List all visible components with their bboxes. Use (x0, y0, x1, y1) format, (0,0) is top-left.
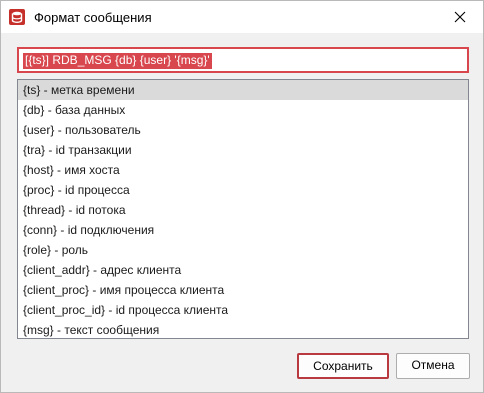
list-item[interactable]: {client_proc_id} - id процесса клиента (18, 300, 468, 320)
database-icon (9, 9, 25, 25)
list-item[interactable]: {user} - пользователь (18, 120, 468, 140)
format-input-value: [{ts}] RDB_MSG {db} {user} '{msg}' (23, 53, 212, 69)
list-item[interactable]: {thread} - id потока (18, 200, 468, 220)
list-item[interactable]: {proc} - id процесса (18, 180, 468, 200)
cancel-button[interactable]: Отмена (396, 353, 470, 379)
variable-list[interactable]: {ts} - метка времени {db} - база данных {u… (17, 79, 469, 339)
list-item[interactable]: {db} - база данных (18, 100, 468, 120)
list-item[interactable]: {client_proc} - имя процесса клиента (18, 280, 468, 300)
title-bar[interactable]: Формат сообщения (1, 1, 483, 33)
window-title: Формат сообщения (34, 10, 152, 25)
list-item[interactable]: {host} - имя хоста (18, 160, 468, 180)
close-button[interactable] (437, 1, 483, 33)
list-item[interactable]: {msg} - текст сообщения (18, 320, 468, 338)
list-item[interactable]: {tra} - id транзакции (18, 140, 468, 160)
dialog-window: Формат сообщения [{ts}] RDB_MSG {db} {us… (0, 0, 484, 393)
list-item[interactable]: {role} - роль (18, 240, 468, 260)
list-item[interactable]: {conn} - id подключения (18, 220, 468, 240)
list-item[interactable]: {ts} - метка времени (18, 80, 468, 100)
save-button[interactable]: Сохранить (297, 353, 389, 379)
close-icon (454, 11, 466, 23)
format-input[interactable]: [{ts}] RDB_MSG {db} {user} '{msg}' (17, 47, 469, 73)
list-item[interactable]: {client_addr} - адрес клиента (18, 260, 468, 280)
